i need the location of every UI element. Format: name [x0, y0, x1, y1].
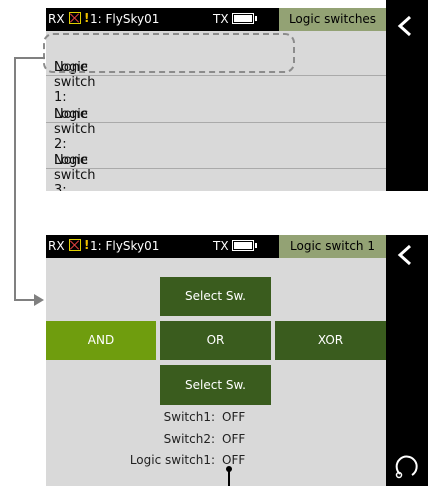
info-row: Switch2:	[46, 432, 215, 448]
sidebar	[386, 235, 428, 486]
logic-switch-edit-screen: RX ! 1: FlySky01 TX Logic switch 1 Selec…	[46, 235, 386, 486]
info-label: Switch2:	[163, 432, 215, 446]
model-name: 1: FlySky01	[90, 239, 160, 253]
select-switch-bottom-button[interactable]: Select Sw.	[160, 365, 271, 405]
info-label: Switch1:	[163, 410, 215, 424]
tx-label: TX	[213, 12, 229, 26]
rx-label: RX	[48, 239, 65, 253]
status-bar: RX ! 1: FlySky01 TX Logic switch 1	[46, 235, 386, 258]
chevron-left-icon[interactable]	[394, 243, 418, 267]
model-name: 1: FlySky01	[90, 12, 160, 26]
rx-label: RX	[48, 12, 65, 26]
highlight-outline	[43, 33, 295, 73]
tx-label: TX	[213, 239, 229, 253]
select-switch-top-button[interactable]: Select Sw.	[160, 277, 271, 316]
page-title: Logic switch 1	[279, 235, 386, 258]
list-item-value: None	[54, 153, 88, 168]
warning-icon: !	[84, 11, 90, 25]
list-item-logic-switch-2[interactable]: Logic switch 2: None	[46, 79, 386, 152]
chevron-left-icon[interactable]	[394, 14, 418, 38]
battery-icon	[232, 240, 257, 251]
xor-button[interactable]: XOR	[275, 321, 386, 360]
info-value: OFF	[222, 410, 246, 424]
undo-icon[interactable]	[390, 450, 422, 482]
warning-icon: !	[84, 238, 90, 252]
rx-disconnected-icon	[69, 239, 81, 251]
battery-icon	[232, 13, 257, 24]
connector-line	[14, 57, 16, 300]
status-bar: RX ! 1: FlySky01 TX Logic switches	[46, 8, 386, 31]
connector-line	[14, 57, 45, 59]
info-value: OFF	[222, 453, 246, 467]
sidebar	[386, 0, 428, 191]
rx-disconnected-icon	[69, 12, 81, 24]
list-item-logic-switch-3[interactable]: Logic switch 3: None	[46, 125, 386, 191]
connector-line	[14, 299, 36, 301]
arrow-icon	[34, 294, 44, 306]
info-row: Switch1:	[46, 410, 215, 426]
info-value: OFF	[222, 432, 246, 446]
indicator-dot	[226, 466, 232, 472]
or-button[interactable]: OR	[160, 321, 271, 360]
info-row: Logic switch1:	[46, 453, 215, 469]
list-item-value: None	[54, 107, 88, 122]
info-label: Logic switch1:	[129, 453, 215, 467]
and-button[interactable]: AND	[46, 321, 156, 360]
page-title: Logic switches	[279, 8, 386, 31]
